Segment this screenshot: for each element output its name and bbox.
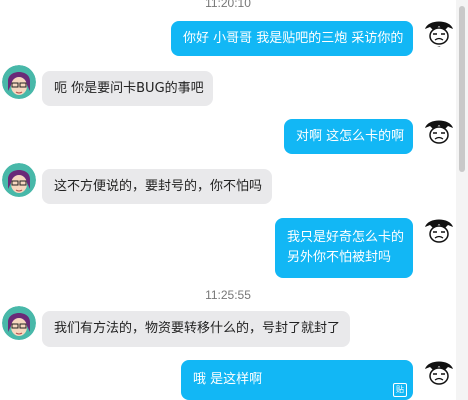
contact-avatar[interactable] [2,65,36,99]
meme-avatar-icon: ~ [422,15,456,49]
vertical-scrollbar[interactable] [456,0,468,400]
message-text: 我只是好奇怎么卡的 [287,230,405,245]
anime-avatar-icon [2,65,36,99]
self-avatar[interactable] [422,213,456,247]
message-bubble-outgoing[interactable]: 我只是好奇怎么卡的 另外你不怕被封吗 [275,218,413,278]
message-text: 呃 你是要问卡BUG的事吧 [54,81,204,96]
timestamp: 11:25:55 [205,288,251,302]
self-avatar[interactable]: ~ [422,15,456,49]
anime-avatar-icon [2,306,36,340]
message-text: 你好 小哥哥 我是贴吧的三炮 采访你的 [183,31,404,46]
message-bubble-incoming[interactable]: 这不方便说的，要封号的，你不怕吗 [42,169,272,204]
message-text: 我们有方法的，物资要转移什么的，号封了就封了 [54,321,341,336]
meme-avatar-icon [422,114,456,148]
timestamp: 11:20:10 [205,0,251,10]
anime-avatar-icon [2,163,36,197]
message-text: 哦 是这样啊 [193,372,263,387]
message-text: 这不方便说的，要封号的，你不怕吗 [54,179,263,194]
contact-avatar[interactable] [2,163,36,197]
svg-text:~: ~ [437,44,440,49]
message-text: 对啊 这怎么卡的啊 [296,129,405,144]
message-bubble-outgoing[interactable]: 对啊 这怎么卡的啊 [284,119,413,154]
meme-avatar-icon [422,355,456,389]
paste-icon[interactable]: 贴 [393,383,407,397]
chat-history[interactable]: 11:20:10 你好 小哥哥 我是贴吧的三炮 采访你的 ~ 呃 你是要问卡BU… [0,0,456,400]
message-bubble-incoming[interactable]: 呃 你是要问卡BUG的事吧 [42,71,213,106]
contact-avatar[interactable] [2,306,36,340]
meme-avatar-icon [422,213,456,247]
self-avatar[interactable] [422,114,456,148]
self-avatar[interactable] [422,355,456,389]
message-bubble-outgoing[interactable]: 哦 是这样啊 贴 [181,360,413,400]
message-bubble-outgoing[interactable]: 你好 小哥哥 我是贴吧的三炮 采访你的 [171,21,413,56]
message-bubble-incoming[interactable]: 我们有方法的，物资要转移什么的，号封了就封了 [42,311,350,347]
message-text: 另外你不怕被封吗 [287,250,392,265]
scrollbar-thumb[interactable] [459,6,465,172]
